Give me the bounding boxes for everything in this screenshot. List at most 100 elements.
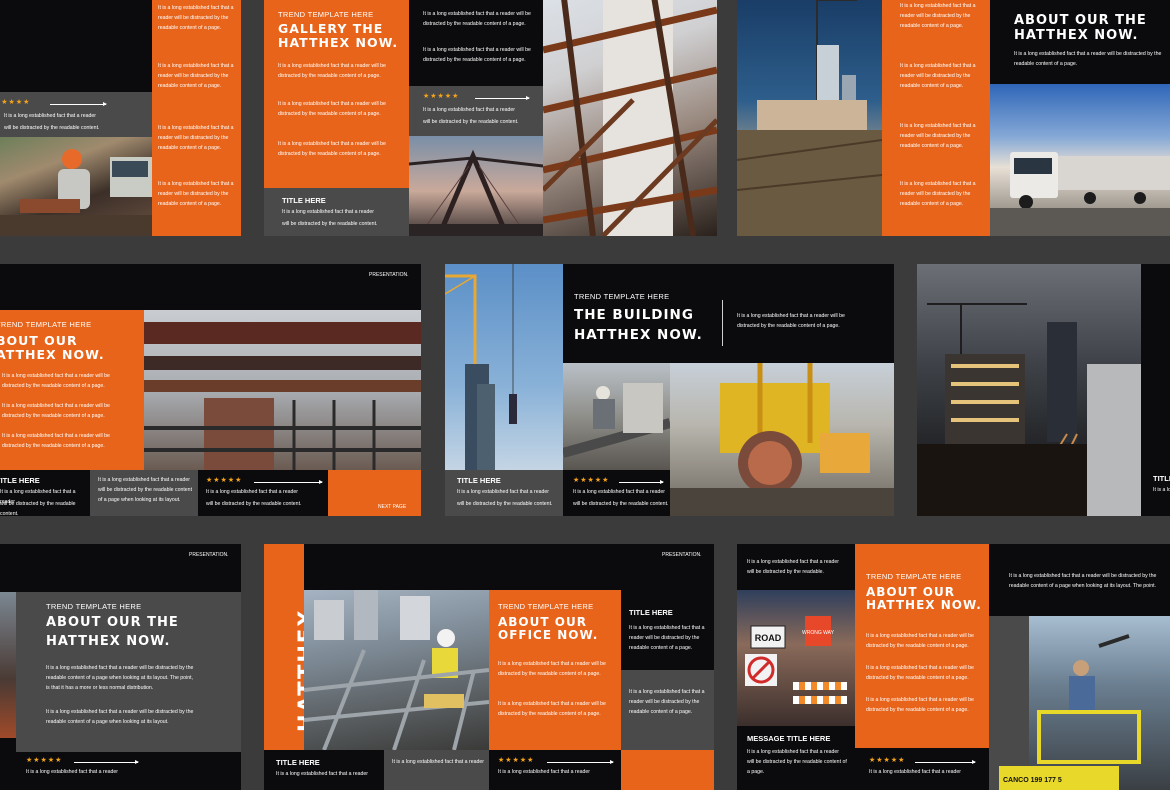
- body-text: It is a long established fact that a rea…: [866, 633, 974, 649]
- sign-wrong-way-text: WRONG WAY: [802, 630, 835, 636]
- heading-line: ABOUT OUR: [498, 615, 587, 629]
- heading-line: HATTHEX NOW.: [46, 633, 171, 649]
- truck-text: CANCO 199 177 5: [1003, 777, 1062, 784]
- industrial-pipes-photo: [144, 310, 421, 470]
- heading-line: THE BUILDING: [574, 307, 694, 323]
- arrow-icon: [50, 102, 107, 106]
- rating-panel: ★★★★★ It is a long established fact that…: [409, 86, 543, 136]
- rating-text: It is a long established fact that a rea…: [26, 769, 118, 775]
- body-text: It is a long established fact that a rea…: [629, 689, 705, 715]
- title-text: TITLE: [1153, 474, 1170, 483]
- title-body-text: will be distracted by the readable conte…: [0, 501, 76, 516]
- body-text: It is a long established fact that a rea…: [2, 403, 110, 419]
- slide-thumbnail-8[interactable]: PRESENTATION. HATTHEX TREND TEMPLATE HER…: [264, 544, 714, 790]
- grey-strip: It is a long established fact that a rea…: [384, 750, 489, 790]
- slide-heading: THE BUILDING HATTHEX NOW.: [574, 306, 703, 345]
- rating-text: will be distracted by the readable conte…: [4, 125, 100, 131]
- body-text: It is a long established fact that a rea…: [900, 123, 976, 149]
- body-text: It is a long established fact that a rea…: [278, 63, 386, 79]
- slide-thumbnail-3[interactable]: It is a long established fact that a rea…: [737, 0, 1170, 236]
- heading-line: HATTHEX NOW.: [278, 35, 399, 50]
- orange-column: It is a long established fact that a rea…: [882, 0, 990, 236]
- body-text: It is a long established fact that a rea…: [1014, 51, 1162, 67]
- slide-heading: ABOUT OUR OFFICE NOW.: [498, 615, 599, 643]
- slide-heading: ABOUT OUR THE HATTHEX NOW.: [46, 614, 179, 652]
- body-text: It is a long established fact that a rea…: [498, 701, 606, 717]
- body-text: It is a long established fact that a rea…: [278, 141, 386, 157]
- title-panel: TITLE HERE It is a long established fact…: [0, 470, 90, 516]
- steel-structure-art: [543, 0, 717, 236]
- arrow-icon: [547, 760, 614, 764]
- bridge-photo: [409, 136, 543, 236]
- title-body-text: will be distracted by the readable conte…: [457, 501, 553, 507]
- heading-line: OFFICE NOW.: [498, 628, 599, 643]
- eyebrow-text: TREND TEMPLATE HERE: [498, 602, 594, 611]
- arrow-icon: [915, 760, 976, 764]
- drill-rig-art: [670, 363, 894, 516]
- body-text: It is a long established fact that a rea…: [158, 181, 234, 207]
- heading-line: ABOUT OUR THE: [1014, 13, 1147, 28]
- lift-worker-art: CANCO 199 177 5: [989, 616, 1141, 790]
- next-page-link[interactable]: NEXT PAGE: [378, 504, 406, 510]
- scaffolding-art: [304, 590, 489, 750]
- text-panel: It is a long established fact that a rea…: [409, 0, 543, 86]
- title-text: TITLE HERE: [276, 758, 320, 767]
- city-construction-art: [737, 0, 882, 236]
- slide-thumbnail-1[interactable]: It is a long established fact that a rea…: [0, 0, 241, 236]
- slide-thumbnail-4[interactable]: PRESENTATION. TREND TEMPLATE HERE BOUT O…: [0, 264, 421, 516]
- orange-panel: TREND TEMPLATE HERE GALLERY THE HATTHEX …: [264, 0, 409, 188]
- heading-line: ABOUT OUR: [866, 585, 955, 599]
- title-text: TITLE HERE: [0, 476, 40, 485]
- slide-heading: ABOUT OUR HATTHEX NOW.: [866, 585, 982, 613]
- slide-heading: GALLERY THE HATTHEX NOW.: [278, 22, 398, 50]
- body-text: It is a long established fact that a rea…: [46, 709, 194, 725]
- slide-heading: BOUT OUR ATTHEX NOW.: [0, 334, 105, 362]
- crane-sky-art: [445, 264, 517, 470]
- body-text: It is a long established fact that a rea…: [498, 661, 606, 677]
- worker-photo: [0, 137, 152, 236]
- rating-stars: ★★★★★: [573, 477, 610, 484]
- body-text: It is a long established fact that a rea…: [900, 181, 976, 207]
- title-text: TITLE HERE: [629, 608, 673, 617]
- body-text: It is a long established fact that a rea…: [1153, 487, 1170, 493]
- title-body-text: It is a long established fact that a rea…: [282, 209, 374, 215]
- slide-thumbnail-6[interactable]: TITLE It is a long established fact that…: [917, 264, 1170, 516]
- heading-line: ABOUT OUR THE: [46, 615, 179, 630]
- city-construction-photo: [737, 0, 882, 236]
- divider: [722, 300, 723, 346]
- rating-text: It is a long established fact that a rea…: [869, 769, 961, 775]
- body-text: It is a long established fact that a rea…: [737, 313, 845, 329]
- drill-rig-photo: [670, 363, 894, 516]
- arrow-icon: [475, 96, 530, 100]
- rating-text: It is a long established fact that a rea…: [4, 113, 96, 119]
- sign-road-text: ROAD: [755, 633, 782, 643]
- body-text: It is a long established fact that a rea…: [2, 433, 110, 449]
- arrow-icon: [74, 760, 139, 764]
- right-text-panel: It is a long established fact that a rea…: [989, 544, 1170, 616]
- night-construction-art: [917, 303, 1141, 516]
- slide-thumbnail-2[interactable]: TREND TEMPLATE HERE GALLERY THE HATTHEX …: [264, 0, 589, 236]
- top-panel: [0, 0, 152, 92]
- heading-panel: ABOUT OUR THE HATTHEX NOW. It is a long …: [990, 0, 1170, 84]
- heading-panel: TREND TEMPLATE HERE THE BUILDING HATTHEX…: [563, 264, 894, 363]
- slide-thumbnail-9[interactable]: PRESENTATION. It is a long established f…: [737, 544, 1170, 790]
- body-text: It is a long established fact that a rea…: [158, 5, 234, 31]
- body-text: It is a long established fact that a rea…: [423, 11, 531, 27]
- next-page-panel[interactable]: NEXT PAGE: [328, 470, 421, 516]
- body-text: It is a long established fact that a rea…: [46, 665, 194, 691]
- body-text: It is a long established fact that a rea…: [1009, 573, 1157, 589]
- heading-line: BOUT OUR: [0, 333, 78, 348]
- rating-panel: ★★★★★ It is a long established fact that…: [16, 752, 241, 790]
- title-text: TITLE HERE: [457, 476, 501, 485]
- heading-line: HATTHEX NOW.: [1014, 27, 1139, 43]
- rating-text: will be distracted by the readable conte…: [423, 119, 519, 125]
- right-panel: TITLE It is a long established fact that…: [1141, 264, 1170, 516]
- truck-photo-art: [990, 152, 1170, 236]
- slide-thumbnail-7[interactable]: PRESENTATION. TREND TEMPLATE HERE ABOUT …: [0, 544, 241, 790]
- night-construction-photo: [917, 264, 1141, 516]
- rating-text: will be distracted by the readable conte…: [573, 501, 669, 507]
- rating-stars: ★★★★★: [0, 99, 31, 106]
- title-panel: TITLE HERE It is a long established fact…: [264, 188, 409, 236]
- rating-panel: ★★★★★ It is a long established fact that…: [198, 470, 328, 516]
- slide-thumbnail-5[interactable]: PRESENTATION. TREND TEMPLATE HERE THE BU…: [445, 264, 894, 516]
